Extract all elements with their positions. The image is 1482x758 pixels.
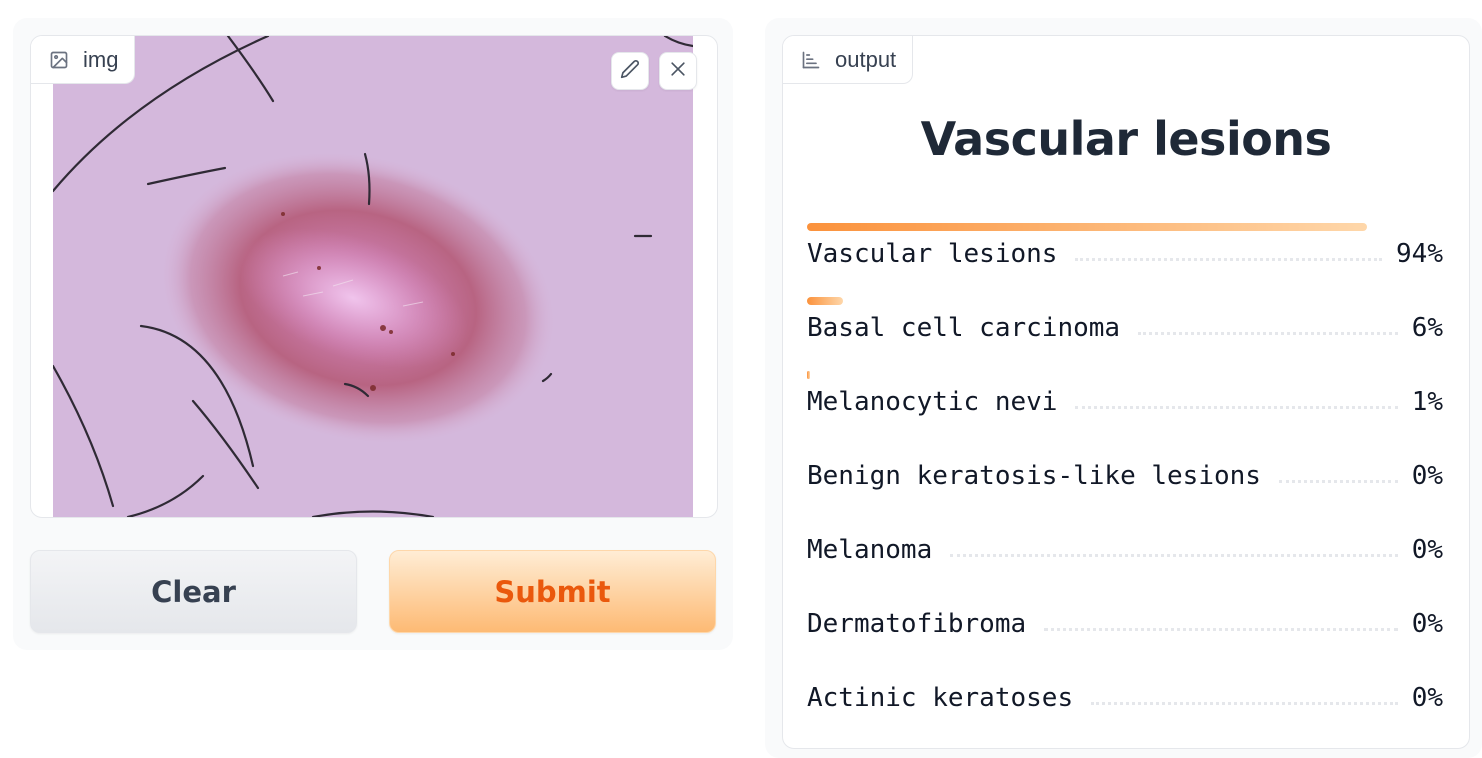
input-label-text: img [83, 46, 119, 72]
confidence-label: Melanocytic nevi [807, 387, 1058, 417]
confidence-item[interactable]: Vascular lesions 94% [807, 223, 1443, 297]
confidence-bar [807, 371, 810, 379]
confidence-row: Dermatofibroma 0% [807, 609, 1443, 639]
confidence-value: 0% [1411, 683, 1443, 713]
label-output: output Vascular lesions Vascular lesions… [782, 35, 1470, 749]
confidence-label: Melanoma [807, 535, 933, 565]
image-input[interactable]: img [30, 35, 718, 518]
dotted-leader [950, 554, 1398, 557]
confidence-item[interactable]: Benign keratosis-like lesions 0% [807, 445, 1443, 519]
confidence-row: Melanoma 0% [807, 535, 1443, 565]
edit-button[interactable] [611, 52, 649, 90]
uploaded-image [53, 36, 693, 517]
confidence-item[interactable]: Basal cell carcinoma 6% [807, 297, 1443, 371]
pencil-icon [620, 59, 640, 84]
input-block-label: img [31, 36, 136, 84]
confidence-row: Vascular lesions 94% [807, 239, 1443, 269]
close-icon [668, 59, 688, 84]
confidence-value: 1% [1411, 387, 1443, 417]
confidence-label: Dermatofibroma [807, 609, 1027, 639]
confidence-value: 0% [1411, 461, 1443, 491]
confidence-item[interactable]: Actinic keratoses 0% [807, 667, 1443, 741]
confidence-label: Benign keratosis-like lesions [807, 461, 1261, 491]
confidence-label: Vascular lesions [807, 239, 1058, 269]
predicted-label: Vascular lesions [920, 112, 1332, 166]
output-block-label: output [783, 36, 914, 84]
dotted-leader [1138, 332, 1398, 335]
image-icon [49, 50, 69, 70]
confidence-row: Melanocytic nevi 1% [807, 387, 1443, 417]
input-panel: img Clear Submit [13, 18, 733, 650]
confidence-item[interactable]: Dermatofibroma 0% [807, 593, 1443, 667]
confidence-row: Benign keratosis-like lesions 0% [807, 461, 1443, 491]
dotted-leader [1091, 702, 1398, 705]
clear-button[interactable]: Clear [30, 550, 357, 633]
confidence-value: 0% [1411, 535, 1443, 565]
confidence-value: 6% [1411, 313, 1443, 343]
output-label-text: output [835, 46, 897, 72]
dotted-leader [1044, 628, 1398, 631]
confidence-bar [807, 297, 843, 305]
dotted-leader [1075, 258, 1383, 261]
confidence-list: Vascular lesions 94% Basal cell carcinoma 6… [807, 223, 1443, 741]
confidence-label: Actinic keratoses [807, 683, 1074, 713]
confidence-bar [807, 223, 1367, 231]
confidence-value: 0% [1411, 609, 1443, 639]
bar-chart-icon [801, 50, 821, 70]
confidence-row: Actinic keratoses 0% [807, 683, 1443, 713]
confidence-value: 94% [1396, 239, 1443, 269]
dotted-leader [1278, 480, 1398, 483]
confidence-label: Basal cell carcinoma [807, 313, 1121, 343]
submit-button[interactable]: Submit [389, 550, 716, 633]
output-panel: output Vascular lesions Vascular lesions… [765, 18, 1482, 758]
confidence-item[interactable]: Melanoma 0% [807, 519, 1443, 593]
dotted-leader [1075, 406, 1398, 409]
confidence-item[interactable]: Melanocytic nevi 1% [807, 371, 1443, 445]
clear-image-button[interactable] [659, 52, 697, 90]
confidence-row: Basal cell carcinoma 6% [807, 313, 1443, 343]
